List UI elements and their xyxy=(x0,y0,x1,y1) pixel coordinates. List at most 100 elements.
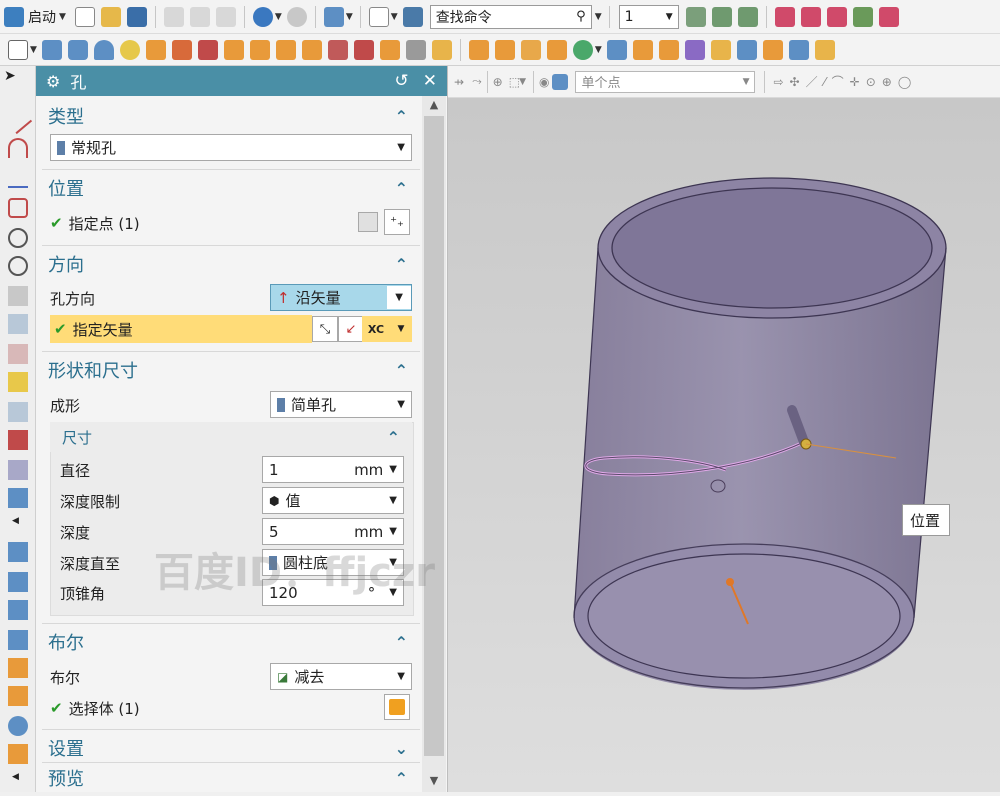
open-folder-icon[interactable] xyxy=(100,6,121,27)
pipe-icon[interactable] xyxy=(8,744,28,764)
polygon-icon[interactable] xyxy=(8,198,28,218)
chevron-down-icon[interactable]: ▼ xyxy=(519,77,526,87)
diameter-input[interactable]: 1 mm ▼ xyxy=(262,456,404,483)
curve-edit-icon[interactable] xyxy=(8,430,28,450)
sketch-section-icon[interactable] xyxy=(358,212,378,232)
ruled-surface-icon[interactable] xyxy=(8,542,28,562)
chevron-down-icon[interactable]: ▼ xyxy=(275,12,282,22)
snap-mid-icon[interactable]: ✣ xyxy=(790,75,800,89)
layer-icon[interactable] xyxy=(685,6,706,27)
render-style-icon[interactable] xyxy=(323,6,344,27)
chamfer-icon[interactable] xyxy=(494,39,515,60)
scroll-up-icon[interactable]: ▲ xyxy=(422,98,446,116)
type-select[interactable]: 常规孔 ▼ xyxy=(50,134,412,161)
point-filter-select[interactable]: 单个点 ▼ xyxy=(575,70,756,93)
chevron-down-icon[interactable]: ▼ xyxy=(391,12,398,22)
vector-type-button[interactable]: XC xyxy=(362,316,390,342)
studio-surface-icon[interactable] xyxy=(8,630,28,650)
nx5-feature-icon[interactable] xyxy=(197,39,218,60)
block-icon[interactable] xyxy=(41,39,62,60)
vector-type-dropdown[interactable]: ▼ xyxy=(390,316,412,342)
mesh-surface-icon[interactable] xyxy=(8,600,28,620)
thread-icon[interactable] xyxy=(405,39,426,60)
intersect-curve-icon[interactable] xyxy=(8,344,28,364)
color-box-icon[interactable] xyxy=(368,6,389,27)
form-select[interactable]: 简单孔 ▼ xyxy=(270,391,412,418)
pattern-icon[interactable] xyxy=(468,39,489,60)
point-icon[interactable] xyxy=(572,39,593,60)
n-sided-surface-icon[interactable] xyxy=(8,686,28,706)
select-body-row[interactable]: ✔ 选择体 (1) xyxy=(36,694,420,722)
point-dialog-button[interactable]: ⁺₊ xyxy=(384,209,410,235)
view-cube-icon[interactable] xyxy=(552,73,569,90)
copy-icon[interactable] xyxy=(189,6,210,27)
boss-icon[interactable] xyxy=(249,39,270,60)
snap-quadrant-icon[interactable]: ⊕ xyxy=(882,75,892,89)
redo-icon[interactable] xyxy=(286,6,307,27)
dimensions-header[interactable]: 尺寸 ⌃ xyxy=(50,422,412,452)
boolean-select[interactable]: ◪ 减去 ▼ xyxy=(270,663,412,690)
arc-icon[interactable] xyxy=(8,138,28,158)
spline-icon[interactable] xyxy=(8,168,28,188)
pad-icon[interactable] xyxy=(301,39,322,60)
through-curves-icon[interactable] xyxy=(8,572,28,592)
chevron-down-icon[interactable]: ▼ xyxy=(595,12,602,22)
wcs-origin-icon[interactable] xyxy=(800,6,821,27)
section-shape-header[interactable]: 形状和尺寸 ⌃ xyxy=(36,352,420,388)
section-type-header[interactable]: 类型 ⌃ xyxy=(36,98,420,134)
hole-icon[interactable] xyxy=(223,39,244,60)
patch-icon[interactable] xyxy=(814,39,835,60)
snap-cross-icon[interactable]: ✛ xyxy=(850,75,860,89)
bridge-curve-icon[interactable] xyxy=(8,402,28,422)
split-body-icon[interactable] xyxy=(710,39,731,60)
snap-end-icon[interactable]: ⇨ xyxy=(773,75,783,89)
sweep-icon[interactable] xyxy=(8,488,28,508)
extract-curve-icon[interactable] xyxy=(8,372,28,392)
snap-center-icon[interactable]: ⊙ xyxy=(866,75,876,89)
vector-dialog-button[interactable]: ↙ xyxy=(338,316,364,342)
draft-icon[interactable] xyxy=(658,39,679,60)
tube-icon[interactable] xyxy=(8,716,28,736)
depth-limit-select[interactable]: ⬢ 值 ▼ xyxy=(262,487,404,514)
hole-direction-select[interactable]: ↑ 沿矢量 ▼ xyxy=(270,284,412,311)
model-canvas[interactable]: 位置 xyxy=(448,98,1000,792)
section-position-header[interactable]: 位置 ⌃ xyxy=(36,170,420,206)
snap-toggle-icon[interactable]: ⇸ xyxy=(454,75,464,89)
project-curve-icon[interactable] xyxy=(8,314,28,334)
reset-icon[interactable]: ↺ xyxy=(395,71,409,91)
snap-options-icon[interactable]: ⤳ xyxy=(472,74,482,89)
tip-angle-input[interactable]: 120 ° ▼ xyxy=(262,579,404,606)
offset-face-icon[interactable] xyxy=(736,39,757,60)
snap-tangent-icon[interactable]: ⁄ xyxy=(824,75,826,89)
depth-input[interactable]: 5 mm ▼ xyxy=(262,518,404,545)
rib-icon[interactable] xyxy=(431,39,452,60)
paste-icon[interactable] xyxy=(215,6,236,27)
slot-icon[interactable] xyxy=(379,39,400,60)
wcs-orient-icon[interactable] xyxy=(852,6,873,27)
select-body-button[interactable] xyxy=(384,694,410,720)
trim-body-icon[interactable] xyxy=(684,39,705,60)
surface-icon[interactable] xyxy=(8,460,28,480)
swept-surface-icon[interactable] xyxy=(8,658,28,678)
extrude-icon[interactable] xyxy=(145,39,166,60)
revolve-icon[interactable] xyxy=(171,39,192,60)
save-icon[interactable] xyxy=(126,6,147,27)
section-settings-header[interactable]: 设置 ⌄ xyxy=(36,730,420,766)
scroll-thumb[interactable] xyxy=(424,116,444,756)
snap-more-icon[interactable]: ◯ xyxy=(898,75,911,89)
sketch-icon[interactable] xyxy=(8,39,28,60)
emboss-icon[interactable] xyxy=(327,39,348,60)
snap-curve-icon[interactable]: ⌒ xyxy=(832,73,844,90)
chevron-down-icon[interactable]: ▼ xyxy=(30,45,37,55)
new-file-icon[interactable] xyxy=(74,6,95,27)
dialog-scrollbar[interactable]: ▲ ▼ xyxy=(422,96,446,792)
section-direction-header[interactable]: 方向 ⌃ xyxy=(36,246,420,282)
command-search-input[interactable]: 查找命令 ⚲ xyxy=(429,4,592,29)
chevron-down-icon[interactable]: ▼ xyxy=(595,45,602,55)
unite-icon[interactable] xyxy=(546,39,567,60)
info-icon[interactable] xyxy=(402,6,423,27)
blend-icon[interactable] xyxy=(520,39,541,60)
wcs-icon[interactable] xyxy=(774,6,795,27)
snap-line-icon[interactable]: ／ xyxy=(806,73,818,90)
layer-settings-icon[interactable] xyxy=(711,6,732,27)
